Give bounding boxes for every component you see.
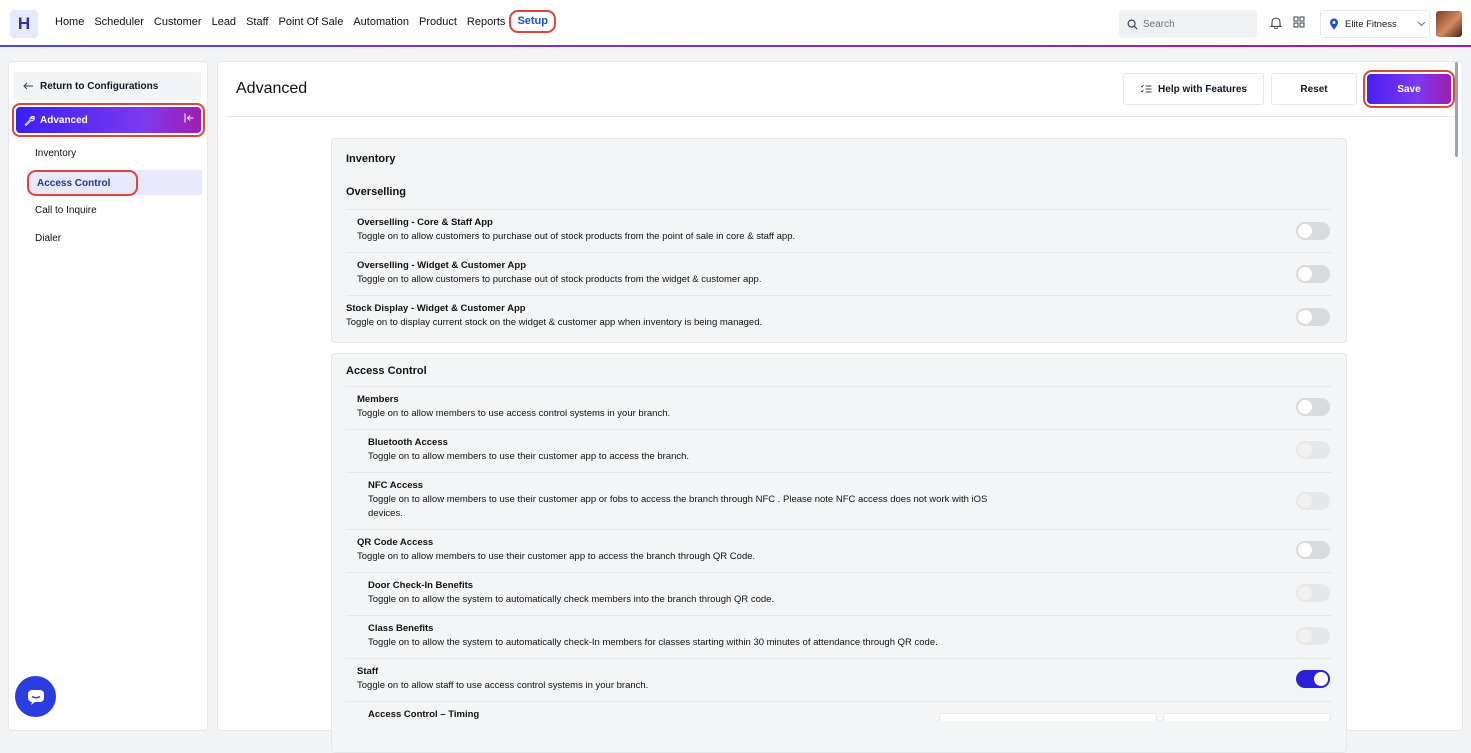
- access-control-card: Access Control Members Toggle on to allo…: [331, 353, 1347, 753]
- overselling-subheading: Overselling: [346, 186, 406, 198]
- nav-product[interactable]: Product: [419, 16, 457, 33]
- inventory-card: Inventory Overselling Overselling - Core…: [331, 138, 1347, 343]
- setting-description: Toggle on to allow members to use their …: [357, 551, 756, 562]
- save-button-wrapper: Save: [1363, 70, 1455, 108]
- sidebar-item-call-to-inquire[interactable]: Call to Inquire: [35, 205, 97, 216]
- setting-row: QR Code Access Toggle on to allow member…: [346, 529, 1332, 572]
- members-toggle[interactable]: [1296, 398, 1330, 416]
- header-divider: [226, 116, 1454, 117]
- setting-description: Toggle on to display current stock on th…: [346, 317, 763, 328]
- setting-row: NFC Access Toggle on to allow members to…: [346, 472, 1332, 529]
- setting-row: Overselling - Core & Staff App Toggle on…: [346, 209, 1332, 252]
- search-placeholder: Search: [1143, 18, 1175, 30]
- setting-title: Staff: [357, 666, 379, 677]
- nav-reports[interactable]: Reports: [467, 16, 506, 33]
- user-avatar[interactable]: [1436, 11, 1462, 37]
- nav-lead[interactable]: Lead: [212, 16, 236, 33]
- setting-row: Access Control – Timing: [346, 701, 1332, 744]
- setting-row: Class Benefits Toggle on to allow the sy…: [346, 615, 1332, 658]
- chevron-down-icon: [1417, 21, 1426, 27]
- timing-end-field[interactable]: [1163, 713, 1331, 721]
- sidebar-item-dialer[interactable]: Dialer: [35, 233, 61, 244]
- save-button[interactable]: Save: [1367, 74, 1451, 104]
- setting-description: Toggle on to allow members to use their …: [368, 451, 690, 462]
- setting-title: Overselling - Core & Staff App: [357, 217, 493, 228]
- setting-title: NFC Access: [368, 480, 424, 491]
- advanced-section-header[interactable]: Advanced: [12, 103, 205, 137]
- top-navigation-bar: H Home Scheduler Customer Lead Staff Poi…: [0, 0, 1471, 47]
- sidebar-item-inventory[interactable]: Inventory: [35, 148, 76, 159]
- main-nav: Home Scheduler Customer Lead Staff Point…: [55, 10, 566, 33]
- setting-description: Toggle on to allow customers to purchase…: [357, 274, 762, 285]
- setting-row: Bluetooth Access Toggle on to allow memb…: [346, 429, 1332, 472]
- access-control-heading: Access Control: [346, 365, 427, 377]
- chat-support-button[interactable]: [15, 676, 56, 717]
- setting-title: QR Code Access: [357, 537, 434, 548]
- collapse-sidebar-icon[interactable]: [184, 113, 195, 123]
- nav-customer[interactable]: Customer: [154, 16, 202, 33]
- apps-grid-icon[interactable]: [1291, 14, 1307, 30]
- back-arrow-icon: [23, 82, 33, 90]
- help-with-features-button[interactable]: Help with Features: [1123, 73, 1264, 105]
- nav-point-of-sale[interactable]: Point Of Sale: [279, 16, 344, 33]
- setting-row: Staff Toggle on to allow staff to use ac…: [346, 658, 1332, 701]
- door-checkin-benefits-toggle[interactable]: [1296, 584, 1330, 602]
- bluetooth-access-toggle[interactable]: [1296, 441, 1330, 459]
- chat-icon: [27, 689, 44, 705]
- scrollbar-thumb[interactable]: [1455, 62, 1458, 157]
- setting-title: Members: [357, 394, 399, 405]
- search-input[interactable]: Search: [1119, 10, 1257, 38]
- page-title: Advanced: [236, 80, 308, 97]
- setting-description: Toggle on to allow members to use their …: [368, 494, 988, 519]
- nfc-access-toggle[interactable]: [1296, 492, 1330, 510]
- return-to-configurations-link[interactable]: Return to Configurations: [13, 72, 201, 100]
- setting-title: Overselling - Widget & Customer App: [357, 260, 526, 271]
- wrench-icon: [24, 115, 35, 126]
- bell-icon[interactable]: [1268, 14, 1284, 30]
- setting-title: Class Benefits: [368, 623, 434, 634]
- overselling-widget-toggle[interactable]: [1296, 265, 1330, 283]
- nav-scheduler[interactable]: Scheduler: [94, 16, 144, 33]
- staff-toggle[interactable]: [1296, 670, 1330, 688]
- setting-row: Members Toggle on to allow members to us…: [346, 386, 1332, 429]
- setting-row: Stock Display - Widget & Customer App To…: [346, 295, 1332, 338]
- advanced-label: Advanced: [40, 114, 88, 126]
- branch-name: Elite Fitness: [1345, 18, 1397, 30]
- stock-display-toggle[interactable]: [1296, 308, 1330, 326]
- setting-description: Toggle on to allow staff to use access c…: [357, 680, 649, 691]
- qr-code-access-toggle[interactable]: [1296, 541, 1330, 559]
- setting-title: Stock Display - Widget & Customer App: [346, 303, 526, 314]
- overselling-core-toggle[interactable]: [1296, 222, 1330, 240]
- setting-row: Door Check-In Benefits Toggle on to allo…: [346, 572, 1332, 615]
- search-icon: [1127, 19, 1138, 30]
- checklist-icon: [1140, 84, 1152, 93]
- setting-title: Bluetooth Access: [368, 437, 448, 448]
- timing-start-field[interactable]: [939, 713, 1157, 721]
- app-logo[interactable]: H: [10, 10, 38, 38]
- help-label: Help with Features: [1158, 83, 1247, 95]
- location-pin-icon: [1330, 18, 1338, 30]
- class-benefits-toggle[interactable]: [1296, 627, 1330, 645]
- reset-button[interactable]: Reset: [1271, 73, 1357, 105]
- branch-selector[interactable]: Elite Fitness: [1320, 10, 1430, 38]
- nav-staff[interactable]: Staff: [246, 16, 268, 33]
- main-content: Advanced Help with Features Reset Save I…: [217, 61, 1463, 753]
- nav-home[interactable]: Home: [55, 16, 84, 33]
- setting-description: Toggle on to allow members to use access…: [357, 408, 671, 419]
- setting-title: Access Control – Timing: [368, 709, 480, 720]
- nav-automation[interactable]: Automation: [353, 16, 409, 33]
- nav-setup[interactable]: Setup: [509, 10, 556, 33]
- inventory-heading: Inventory: [346, 153, 396, 165]
- settings-sidebar: Return to Configurations Advanced Invent…: [8, 61, 208, 731]
- sidebar-item-access-control[interactable]: Access Control: [27, 170, 138, 196]
- return-label: Return to Configurations: [40, 80, 159, 92]
- setting-description: Toggle on to allow the system to automat…: [368, 637, 938, 648]
- setting-description: Toggle on to allow the system to automat…: [368, 594, 775, 605]
- setting-row: Overselling - Widget & Customer App Togg…: [346, 252, 1332, 295]
- setting-description: Toggle on to allow customers to purchase…: [357, 231, 796, 242]
- setting-title: Door Check-In Benefits: [368, 580, 474, 591]
